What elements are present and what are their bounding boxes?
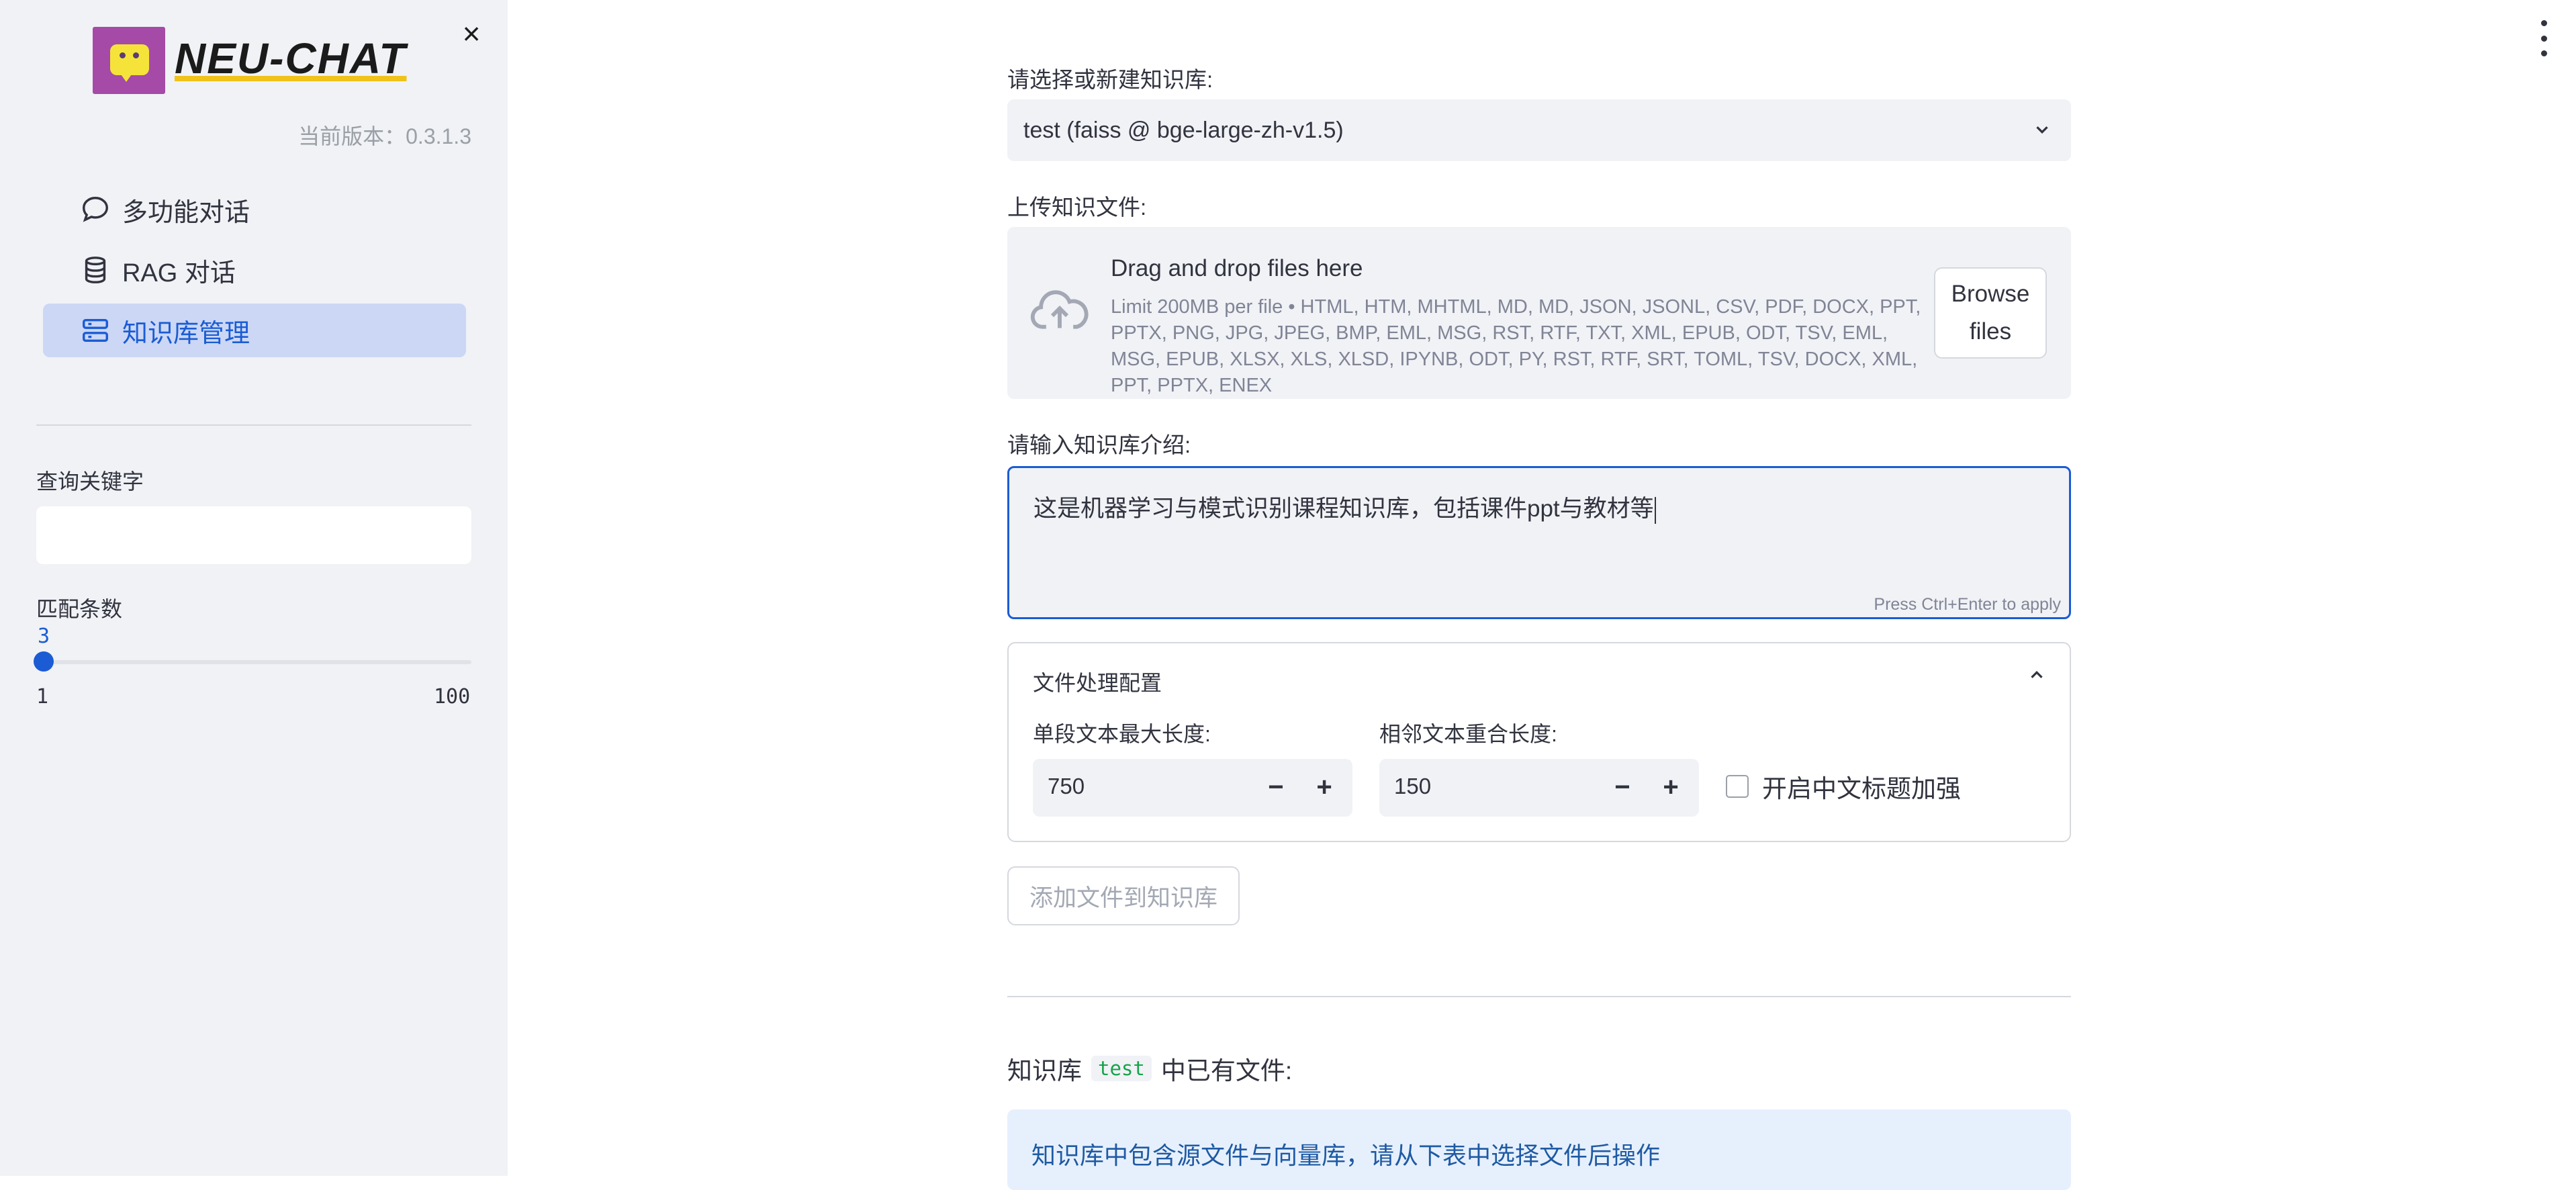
overlap-label: 相邻文本重合长度: xyxy=(1379,722,1557,746)
kb-select-value: test (faiss @ bge-large-zh-v1.5) xyxy=(1023,117,1344,143)
nav-item-rag-chat[interactable]: RAG 对话 xyxy=(43,243,466,297)
overlap-input[interactable]: 150 − + xyxy=(1379,759,1699,817)
sidebar: NEU-CHAT × 当前版本：0.3.1.3 多功能对话 RAG 对话 知识库… xyxy=(0,0,508,1176)
database-icon xyxy=(78,253,113,287)
kb-select[interactable]: test (faiss @ bge-large-zh-v1.5) xyxy=(1007,99,2071,161)
text-caret xyxy=(1654,496,1656,524)
nav-item-label: 多功能对话 xyxy=(122,198,250,227)
version-text: 当前版本：0.3.1.3 xyxy=(298,124,471,148)
match-count-label: 匹配条数 xyxy=(36,597,123,621)
overlap-value: 150 xyxy=(1394,774,1432,798)
query-keyword-input[interactable] xyxy=(36,506,471,564)
uploader-limit-text: Limit 200MB per file • HTML, HTM, MHTML,… xyxy=(1111,296,1921,396)
overlap-decrement-button[interactable]: − xyxy=(1604,770,1641,807)
kb-files-prefix: 知识库 xyxy=(1007,1057,1082,1085)
chunk-size-label: 单段文本最大长度: xyxy=(1033,722,1211,746)
chunk-size-decrement-button[interactable]: − xyxy=(1257,770,1295,807)
app-logo: NEU-CHAT xyxy=(93,27,422,97)
file-config-expander: 文件处理配置 单段文本最大长度: 750 − + 相邻文本重合长度: 150 −… xyxy=(1007,642,2071,842)
sidebar-divider xyxy=(36,424,471,426)
main-menu-icon[interactable] xyxy=(2537,20,2550,56)
zh-title-enhance-checkbox[interactable]: 开启中文标题加强 xyxy=(1726,768,1961,805)
info-alert: 知识库中包含源文件与向量库，请从下表中选择文件后操作 xyxy=(1007,1109,2071,1190)
overlap-increment-button[interactable]: + xyxy=(1652,770,1690,807)
browse-files-button[interactable]: Browse files xyxy=(1934,267,2047,359)
add-files-to-kb-button[interactable]: 添加文件到知识库 xyxy=(1007,866,1240,925)
kb-intro-label: 请输入知识库介绍: xyxy=(1007,432,1191,457)
apply-hint: Press Ctrl+Enter to apply xyxy=(1874,595,2061,614)
main-divider xyxy=(1007,996,2071,997)
kb-select-label: 请选择或新建知识库: xyxy=(1007,67,1213,92)
close-sidebar-icon[interactable]: × xyxy=(457,18,486,49)
nav-item-label: RAG 对话 xyxy=(122,259,236,287)
slider-value: 3 xyxy=(38,625,50,648)
chevron-down-icon xyxy=(2032,120,2052,146)
slider-thumb[interactable] xyxy=(34,651,54,672)
upload-label: 上传知识文件: xyxy=(1007,195,1147,220)
kb-name-code: test xyxy=(1091,1056,1152,1081)
chunk-size-increment-button[interactable]: + xyxy=(1305,770,1343,807)
kb-files-heading: 知识库 test 中已有文件: xyxy=(1007,1050,1292,1087)
chevron-up-icon[interactable] xyxy=(2027,665,2047,688)
kb-files-suffix: 中已有文件: xyxy=(1160,1057,1293,1085)
info-text: 知识库中包含源文件与向量库，请从下表中选择文件后操作 xyxy=(1031,1142,1661,1169)
kb-intro-value: 这是机器学习与模式识别课程知识库，包括课件ppt与教材等 xyxy=(1033,496,1654,522)
nav-item-kb-management[interactable]: 知识库管理 xyxy=(43,304,466,357)
file-uploader-dropzone[interactable]: Drag and drop files here Limit 200MB per… xyxy=(1007,227,2071,399)
chunk-size-input[interactable]: 750 − + xyxy=(1033,759,1352,817)
chunk-size-value: 750 xyxy=(1048,774,1085,798)
checkbox-box[interactable] xyxy=(1726,775,1749,798)
nav-item-label: 知识库管理 xyxy=(122,319,250,348)
logo-text: NEU-CHAT xyxy=(175,34,407,83)
match-count-slider[interactable] xyxy=(42,660,471,664)
file-config-title[interactable]: 文件处理配置 xyxy=(1033,666,1162,697)
kb-intro-textarea[interactable]: 这是机器学习与模式识别课程知识库，包括课件ppt与教材等 Press Ctrl+… xyxy=(1007,466,2071,619)
cloud-upload-icon xyxy=(1030,286,1089,336)
slider-min: 1 xyxy=(36,685,49,708)
slider-max: 100 xyxy=(434,685,471,708)
server-stack-icon xyxy=(78,313,113,348)
logo-emoji-icon xyxy=(93,27,165,94)
zh-title-enhance-label: 开启中文标题加强 xyxy=(1762,775,1961,803)
query-keyword-label: 查询关键字 xyxy=(36,469,144,494)
nav-item-multi-chat[interactable]: 多功能对话 xyxy=(43,183,466,236)
chat-bubble-icon xyxy=(78,192,113,227)
uploader-title: Drag and drop files here xyxy=(1111,255,1363,281)
